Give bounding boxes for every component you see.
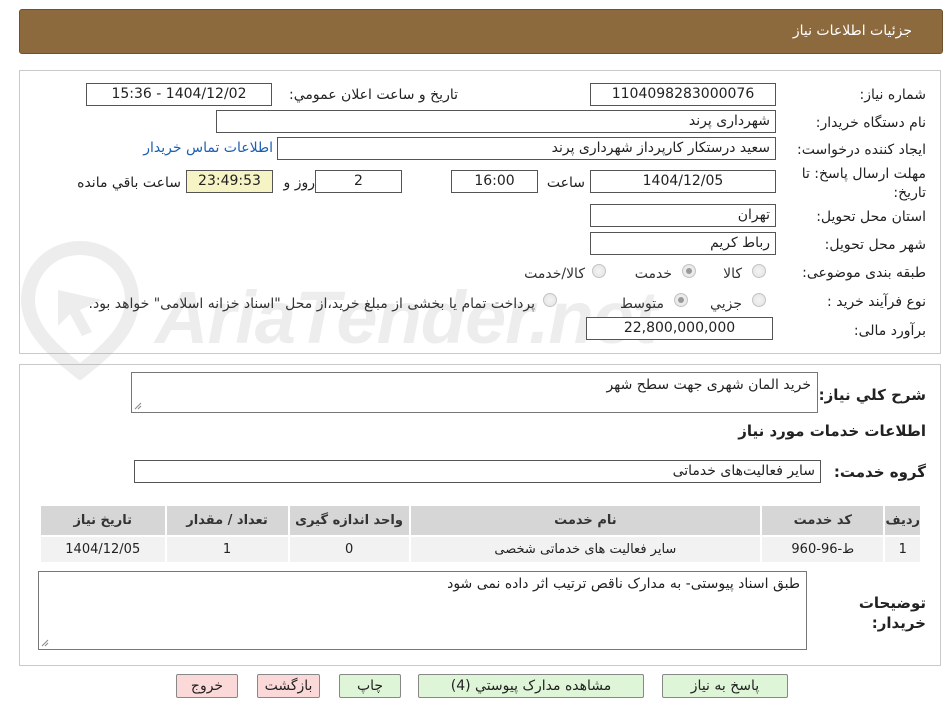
buyer-notes-text: طبق اسناد پیوستی- به مدارک ناقص ترتیب اث… — [447, 576, 800, 592]
view-attachments-button[interactable]: مشاهده مدارک پيوستي (4) — [418, 674, 644, 698]
need-number-field[interactable]: 1104098283000076 — [590, 83, 776, 106]
page-title: جزئیات اطلاعات نیاز — [792, 23, 912, 39]
deadline-time-field[interactable]: 16:00 — [451, 170, 538, 193]
remaining-time-field: 23:49:53 — [186, 170, 273, 193]
col-row-number: رديف — [883, 504, 922, 537]
treasury-payment-checkbox[interactable] — [543, 293, 557, 307]
process-minor-radio[interactable] — [752, 293, 766, 307]
buyer-notes-label: توضيحات خريدار: — [858, 594, 926, 632]
category-label: طبقه بندی موضوعی: — [802, 265, 926, 281]
cell-service-name: سایر فعالیت های خدماتی شخصی — [408, 535, 763, 564]
col-service-code: کد خدمت — [760, 504, 886, 537]
creator-field[interactable]: سعید درستکار کارپرداز شهرداری پرند — [277, 137, 776, 160]
service-group-label: گروه خدمت: — [833, 463, 926, 481]
buyer-org-label: نام دستگاه خريدار: — [815, 115, 926, 131]
col-service-name: نام خدمت — [408, 504, 763, 537]
page-header: جزئیات اطلاعات نیاز — [19, 9, 943, 54]
announce-date-label: تاریخ و ساعت اعلان عمومي: — [289, 87, 458, 103]
days-remaining-field[interactable]: 2 — [315, 170, 402, 193]
print-button[interactable]: چاپ — [339, 674, 401, 698]
city-field[interactable]: رباط کریم — [590, 232, 776, 255]
buyer-org-field[interactable]: شهرداری پرند — [216, 110, 776, 133]
cell-unit: 0 — [287, 535, 411, 564]
process-medium-radio[interactable] — [674, 293, 688, 307]
category-goods-radio[interactable] — [752, 264, 766, 278]
province-field[interactable]: تهران — [590, 204, 776, 227]
service-group-field[interactable]: سایر فعالیت‌های خدماتی — [134, 460, 821, 483]
cell-service-code: ط-96-960 — [760, 535, 886, 564]
process-label: نوع فرآیند خرید : — [827, 294, 926, 310]
province-label: استان محل تحویل: — [816, 209, 926, 225]
deadline-date-field[interactable]: 1404/12/05 — [590, 170, 776, 193]
buyer-notes-textarea[interactable]: طبق اسناد پیوستی- به مدارک ناقص ترتیب اث… — [38, 571, 807, 650]
exit-button[interactable]: خروج — [176, 674, 238, 698]
cell-row-number: 1 — [883, 535, 922, 564]
resize-handle-icon[interactable] — [41, 639, 49, 647]
buyer-contact-link[interactable]: اطلاعات تماس خريدار — [143, 140, 273, 156]
reply-button[interactable]: پاسخ به نياز — [662, 674, 788, 698]
budget-field[interactable]: 22,800,000,000 — [586, 317, 773, 340]
category-service-label: خدمت — [634, 266, 672, 282]
services-table: رديف کد خدمت نام خدمت واحد اندازه گيری ت… — [39, 504, 922, 564]
need-number-label: شماره نیاز: — [859, 87, 927, 103]
deadline-label: مهلت ارسال پاسخ: تا تاريخ: — [801, 166, 926, 201]
col-need-date: تاريخ نياز — [39, 504, 167, 537]
deadline-time-label: ساعت — [546, 175, 585, 191]
category-goods-label: کالا — [723, 266, 742, 282]
category-service-radio[interactable] — [682, 264, 696, 278]
col-unit: واحد اندازه گيری — [287, 504, 411, 537]
table-row[interactable]: 1 ط-96-960 سایر فعالیت های خدماتی شخصی 0… — [39, 535, 922, 564]
creator-label: ايجاد کننده درخواست: — [797, 142, 926, 158]
process-minor-label: جزيي — [710, 296, 742, 312]
treasury-payment-note: پرداخت تمام یا بخشی از مبلغ خرید،از محل … — [88, 296, 535, 312]
remaining-time-label: ساعت باقي مانده — [77, 175, 181, 191]
col-quantity: تعداد / مقدار — [164, 504, 290, 537]
category-goods-service-radio[interactable] — [592, 264, 606, 278]
process-medium-label: متوسط — [620, 296, 664, 312]
resize-handle-icon[interactable] — [134, 402, 142, 410]
back-button[interactable]: بازگشت — [257, 674, 320, 698]
city-label: شهر محل تحویل: — [824, 237, 926, 253]
cell-quantity: 1 — [164, 535, 290, 564]
services-section-title: اطلاعات خدمات مورد نياز — [738, 422, 926, 440]
table-header-row: رديف کد خدمت نام خدمت واحد اندازه گيری ت… — [39, 504, 922, 537]
announce-date-field[interactable]: 1404/12/02 - 15:36 — [86, 83, 272, 106]
summary-textarea[interactable]: خرید المان شهری جهت سطح شهر — [131, 372, 818, 413]
summary-text: خرید المان شهری جهت سطح شهر — [606, 377, 811, 393]
budget-label: برآورد مالی: — [853, 323, 926, 339]
summary-label: شرح کلي نياز: — [818, 386, 926, 404]
category-goods-service-label: کالا/خدمت — [524, 266, 585, 282]
cell-need-date: 1404/12/05 — [39, 535, 167, 564]
days-label: روز و — [283, 175, 316, 191]
